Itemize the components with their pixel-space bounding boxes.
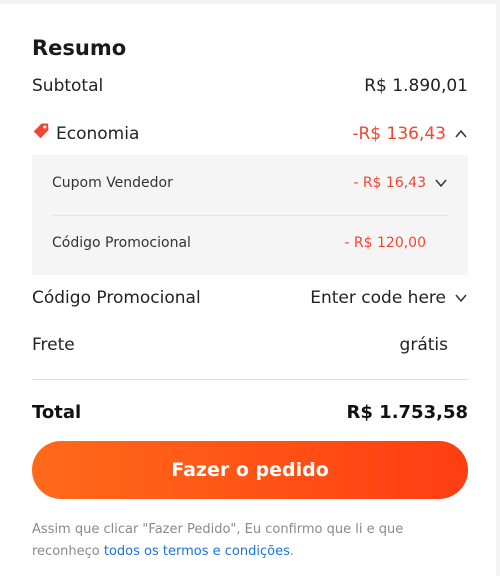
promo-code-input[interactable]: Enter code here — [310, 288, 446, 308]
subtotal-row: Subtotal R$ 1.890,01 — [32, 76, 468, 96]
savings-label: Economia — [56, 123, 140, 144]
terms-notice: Assim que clicar "Fazer Pedido", Eu conf… — [32, 519, 472, 563]
summary-title: Resumo — [32, 36, 127, 60]
total-value: R$ 1.753,58 — [346, 402, 468, 423]
order-summary-card: Resumo Subtotal R$ 1.890,01 Economia -R$… — [0, 4, 496, 576]
savings-row[interactable]: Economia -R$ 136,43 — [32, 122, 468, 145]
chevron-down-icon[interactable] — [434, 176, 448, 190]
promo-code-discount-value: - R$ 120,00 — [344, 235, 426, 251]
shipping-row: Frete grátis — [32, 335, 468, 355]
total-row: Total R$ 1.753,58 — [32, 402, 468, 423]
savings-value: -R$ 136,43 — [352, 123, 446, 144]
promo-code-discount-row: Código Promocional - R$ 120,00 — [52, 235, 448, 251]
seller-coupon-label: Cupom Vendedor — [52, 175, 173, 191]
promo-code-discount-label: Código Promocional — [52, 235, 191, 251]
chevron-down-icon[interactable] — [454, 291, 468, 305]
seller-coupon-value: - R$ 16,43 — [353, 175, 426, 191]
terms-suffix: . — [289, 544, 294, 559]
shipping-value: grátis — [399, 335, 448, 355]
shipping-label: Frete — [32, 335, 75, 355]
savings-breakdown: Cupom Vendedor - R$ 16,43 Código Promoci… — [32, 155, 468, 275]
total-label: Total — [32, 402, 82, 423]
chevron-up-icon[interactable] — [454, 127, 468, 141]
subtotal-label: Subtotal — [32, 76, 104, 96]
breakdown-divider — [52, 215, 448, 216]
seller-coupon-row[interactable]: Cupom Vendedor - R$ 16,43 — [52, 175, 448, 191]
promo-code-row[interactable]: Código Promocional Enter code here — [32, 288, 468, 308]
total-divider — [32, 379, 468, 380]
tag-icon — [32, 122, 50, 145]
place-order-button[interactable]: Fazer o pedido — [32, 441, 468, 499]
subtotal-value: R$ 1.890,01 — [364, 76, 468, 96]
terms-link[interactable]: todos os termos e condições — [104, 544, 290, 559]
promo-code-label: Código Promocional — [32, 288, 201, 308]
